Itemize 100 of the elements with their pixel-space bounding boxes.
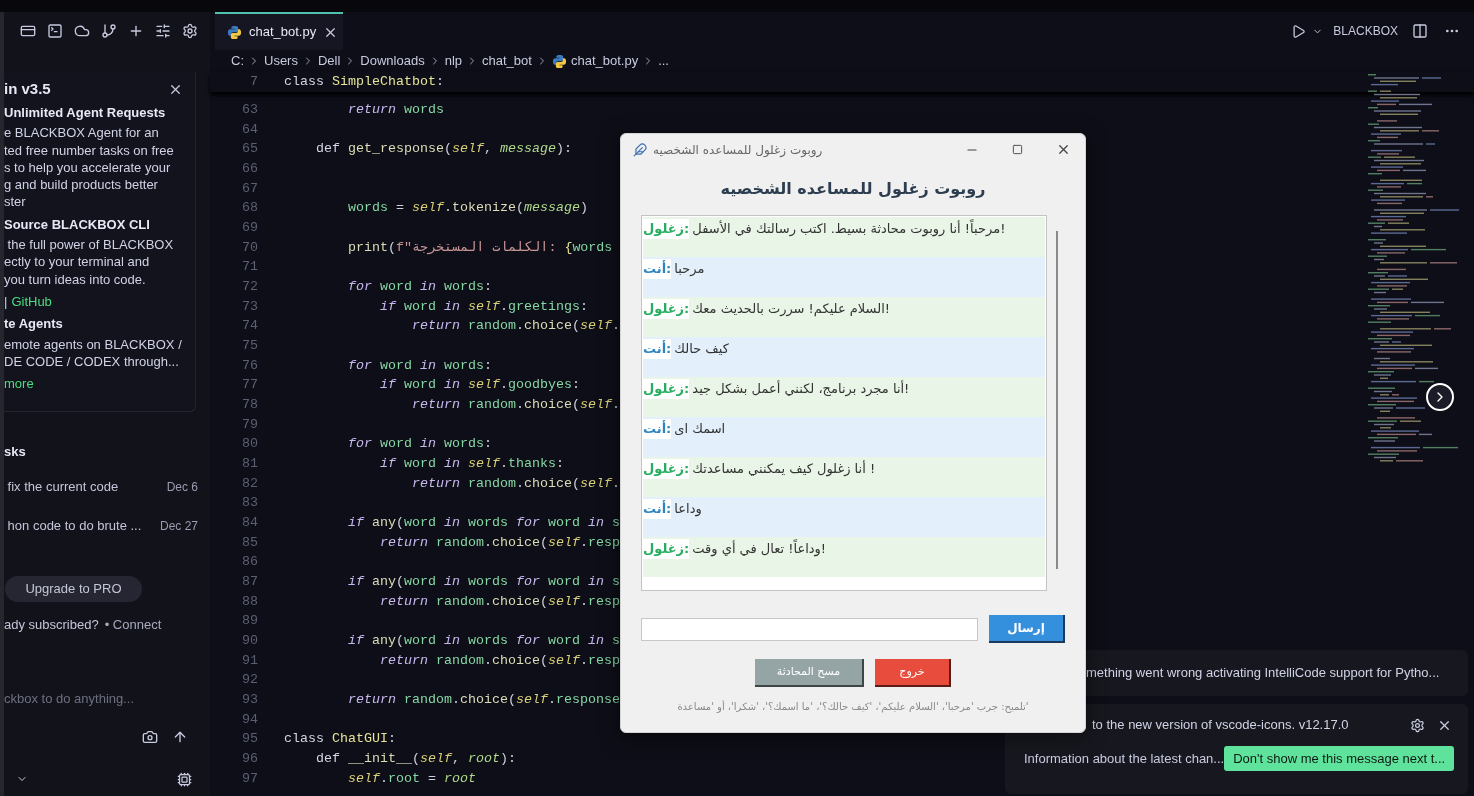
line-number: 75 bbox=[241, 336, 258, 355]
line-number: 7 bbox=[249, 73, 258, 91]
code-line: for word in words: bbox=[347, 435, 492, 454]
upgrade-button[interactable]: Upgrade to PRO bbox=[5, 576, 142, 602]
message-text: أنا مجرد برنامج، لكنني أعمل بشكل جيد! bbox=[692, 379, 910, 399]
section-heading: Source BLACKBOX CLI bbox=[4, 215, 151, 234]
line-number: 94 bbox=[241, 710, 258, 729]
task-item[interactable]: fix the current code Dec 6 bbox=[4, 467, 210, 506]
line-number: 82 bbox=[241, 474, 258, 493]
window-title: روبوت زغلول للمساعده الشخصيه bbox=[653, 141, 823, 159]
task-title: hon code to do brute ... bbox=[6, 516, 142, 535]
message-text: اسمك اى bbox=[674, 420, 726, 438]
line-number: 92 bbox=[241, 671, 258, 690]
line-number: 66 bbox=[241, 159, 258, 178]
code-line: words = self.tokenize(message) bbox=[347, 199, 588, 218]
sender-label: زغلول: bbox=[643, 459, 690, 479]
breadcrumb[interactable]: chat_bot bbox=[482, 51, 532, 71]
message-text: وداعا bbox=[674, 500, 702, 519]
line-number: 87 bbox=[241, 572, 258, 591]
task-item[interactable]: hon code to do brute ... Dec 27 bbox=[4, 506, 210, 545]
breadcrumb[interactable]: chat_bot.py bbox=[570, 51, 639, 71]
editor-tab[interactable]: chat_bot.py bbox=[215, 12, 343, 50]
breadcrumb[interactable]: ... bbox=[658, 51, 669, 71]
line-number: 68 bbox=[241, 199, 258, 218]
message-text: السلام عليكم! سررت بالحديث معك! bbox=[692, 300, 890, 319]
message-text: كيف حالك bbox=[674, 340, 729, 358]
code-line: self.root = root bbox=[347, 769, 476, 788]
notification-message: to the new version of vscode-icons. v12.17.0 bbox=[1092, 716, 1350, 735]
breadcrumb[interactable]: C: bbox=[231, 51, 244, 71]
line-number: 97 bbox=[241, 769, 258, 788]
line-number: 74 bbox=[241, 317, 258, 336]
section-text: ster bbox=[4, 193, 27, 211]
scrollbar[interactable] bbox=[1056, 231, 1058, 569]
code-line: if any(word in words for word in s bbox=[347, 572, 620, 591]
scroll-arrow-button[interactable] bbox=[1426, 383, 1454, 411]
line-number: 84 bbox=[241, 513, 258, 532]
blackbox-button[interactable]: BLACKBOX bbox=[1333, 22, 1398, 40]
code-line: if any(word in words for word in s bbox=[347, 513, 620, 532]
sender-label: أنت: bbox=[643, 259, 672, 279]
run-icon[interactable] bbox=[1291, 23, 1307, 39]
section-text: the full power of BLACKBOX bbox=[6, 236, 175, 254]
python-file-icon bbox=[551, 53, 567, 69]
code-line: return random.choice(self. bbox=[410, 317, 620, 336]
separator-text: | bbox=[4, 292, 8, 311]
section-text: you turn ideas into code. bbox=[4, 270, 147, 288]
breadcrumb[interactable]: Downloads bbox=[360, 51, 425, 71]
line-number: 65 bbox=[241, 140, 258, 159]
code-line: return random.choice(self.resp bbox=[378, 592, 620, 611]
line-number: 76 bbox=[241, 356, 258, 375]
terminal-icon[interactable] bbox=[47, 23, 63, 39]
code-line: return random.choice(self. bbox=[410, 474, 620, 493]
link[interactable]: more bbox=[4, 375, 34, 393]
tasks-heading: sks bbox=[4, 443, 27, 458]
sender-label: زغلول: bbox=[643, 539, 690, 559]
message-text: وداعاً! تعال في أي وقت! bbox=[692, 539, 827, 559]
connect-link[interactable]: • Connect bbox=[104, 615, 162, 631]
section-text: g and build products better bbox=[4, 176, 159, 194]
line-number: 85 bbox=[241, 533, 258, 552]
git-branch-icon[interactable] bbox=[101, 23, 117, 39]
link[interactable]: GitHub bbox=[11, 292, 52, 311]
line-number: 79 bbox=[241, 415, 258, 434]
message-text: مرحباً! أنا روبوت محادثة بسيط. اكتب رسالتك في الأسفل! bbox=[692, 219, 1006, 239]
line-number: 71 bbox=[241, 258, 258, 277]
prompt-field[interactable]: ckbox to do anything... bbox=[4, 688, 194, 708]
plus-icon[interactable] bbox=[128, 23, 144, 39]
breadcrumb[interactable]: Dell bbox=[317, 51, 341, 71]
code-line: return random.choice(self.resp bbox=[378, 651, 620, 670]
sender-label: أنت: bbox=[643, 419, 672, 439]
dismiss-button[interactable]: Don't show me this message next t... bbox=[1224, 746, 1455, 771]
code-line: for word in words: bbox=[347, 356, 492, 375]
sender-label: أنت: bbox=[643, 339, 672, 359]
settings-icon[interactable] bbox=[182, 23, 198, 39]
line-number: 90 bbox=[241, 632, 258, 650]
section-text: ted free number tasks on free bbox=[4, 141, 175, 159]
breadcrumb[interactable]: nlp bbox=[444, 51, 463, 71]
code-line: class SimpleChatbot: bbox=[284, 73, 444, 91]
line-number: 88 bbox=[241, 592, 258, 611]
breadcrumb[interactable]: Users bbox=[264, 51, 298, 71]
message-field[interactable] bbox=[641, 617, 978, 641]
close-icon[interactable] bbox=[1056, 142, 1071, 157]
task-date: Dec 6 bbox=[166, 478, 198, 496]
sliders-icon[interactable] bbox=[155, 23, 171, 39]
line-number: 81 bbox=[241, 454, 258, 473]
maximize-icon[interactable] bbox=[1012, 144, 1023, 155]
card-icon[interactable] bbox=[20, 23, 36, 39]
cloud-icon[interactable] bbox=[74, 23, 90, 39]
section-heading: te Agents bbox=[4, 315, 64, 333]
line-number: 91 bbox=[241, 651, 258, 670]
settings-icon[interactable] bbox=[1410, 717, 1425, 733]
subscribed-text: ady subscribed? bbox=[4, 616, 99, 631]
notification-link[interactable]: Information about the latest chan... bbox=[1024, 748, 1225, 769]
sender-label: أنت: bbox=[643, 499, 672, 519]
task-date: Dec 27 bbox=[159, 517, 198, 535]
code-line: return words bbox=[347, 100, 444, 119]
message-text: مرحبا bbox=[674, 260, 705, 278]
chip-icon[interactable] bbox=[177, 771, 192, 787]
exit-button[interactable]: خروج bbox=[875, 659, 951, 687]
camera-icon[interactable] bbox=[142, 729, 158, 745]
split-editor-icon[interactable] bbox=[1412, 23, 1428, 39]
line-number: 63 bbox=[241, 100, 258, 119]
